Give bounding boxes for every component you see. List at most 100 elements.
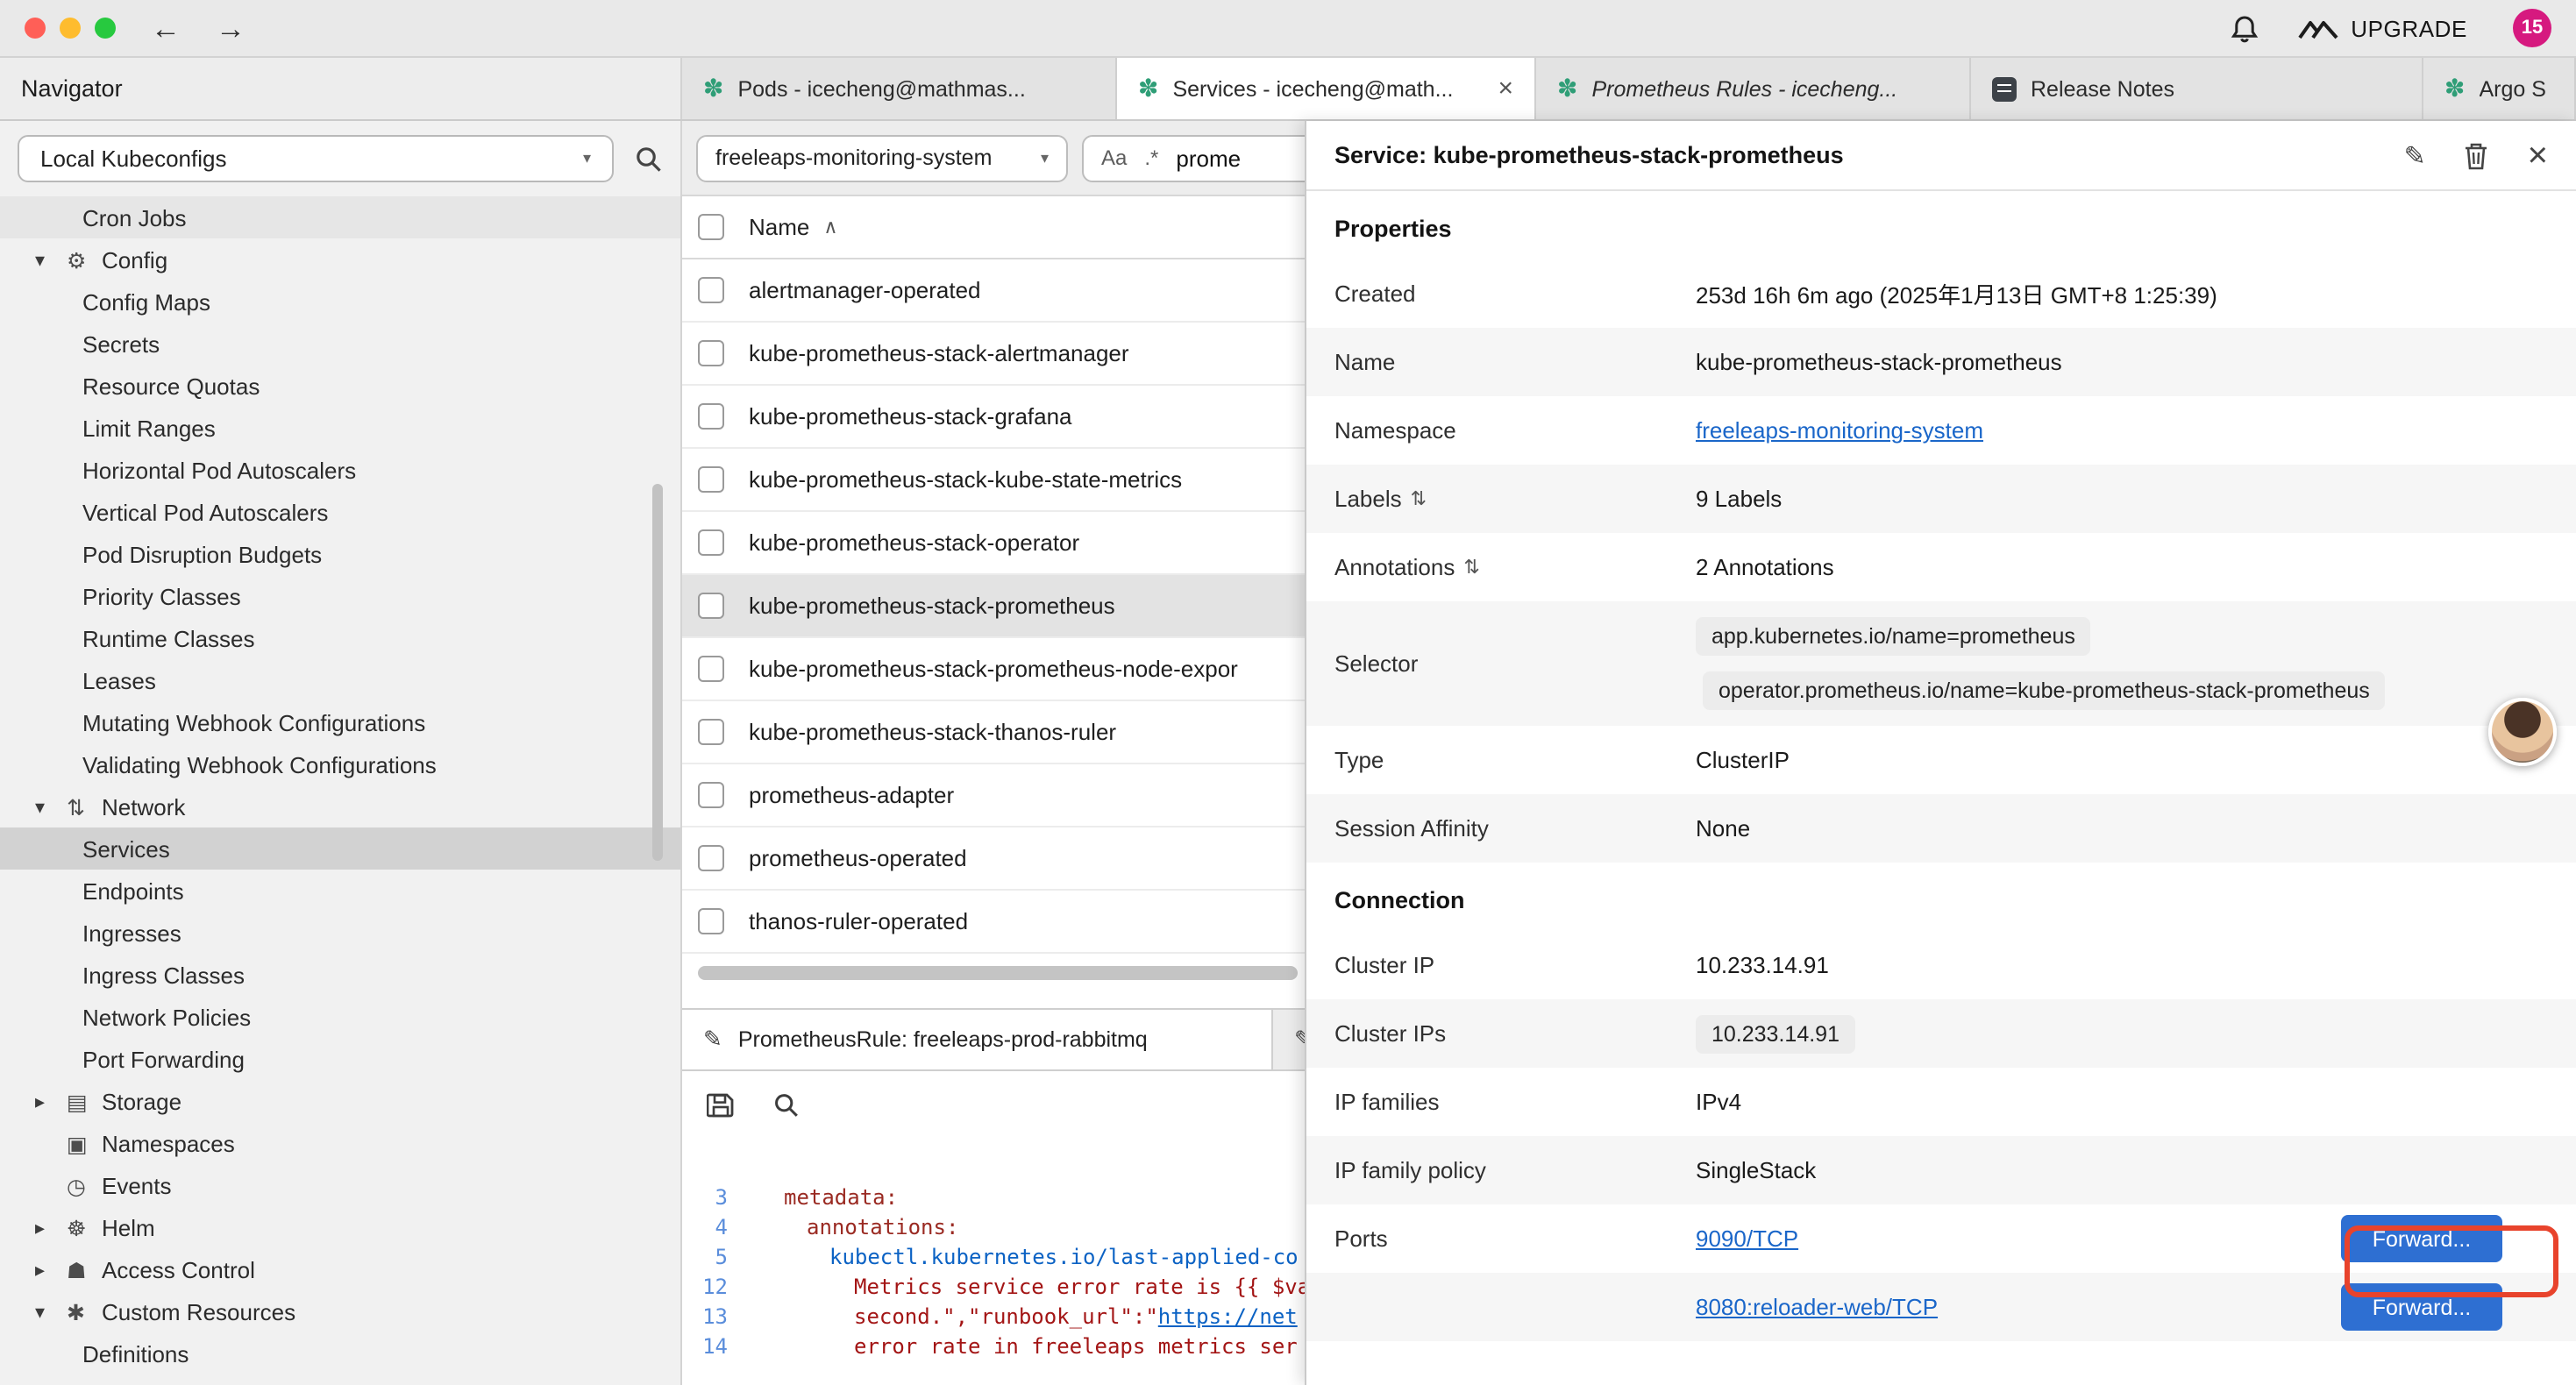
item-icon (67, 246, 102, 273)
session-affinity-row: Session Affinity None (1306, 794, 2576, 863)
sidebar-item[interactable]: Storage (0, 1080, 680, 1122)
chevron-icon[interactable] (35, 248, 67, 271)
sidebar-item[interactable]: Port Forwarding (0, 1038, 680, 1080)
sidebar-item[interactable]: Events (0, 1164, 680, 1206)
edit-button[interactable]: ✎ (2403, 139, 2425, 171)
sidebar-item[interactable]: Definitions (0, 1332, 680, 1374)
namespace-select[interactable]: freeleaps-monitoring-system ▾ (696, 134, 1068, 181)
sidebar-item[interactable]: Namespaces (0, 1122, 680, 1164)
sidebar-item[interactable]: Network Policies (0, 996, 680, 1038)
selector-chip[interactable]: app.kubernetes.io/name=prometheus (1696, 617, 2091, 656)
sidebar-item[interactable]: Endpoints (0, 870, 680, 912)
row-checkbox[interactable] (698, 277, 724, 303)
sidebar-item-label: Ingresses (82, 920, 181, 946)
sidebar-item-label: Definitions (82, 1340, 189, 1367)
row-checkbox[interactable] (698, 466, 724, 493)
sidebar-item-label: Priority Classes (82, 583, 241, 609)
sidebar-item[interactable]: Config (0, 238, 680, 281)
close-window-button[interactable] (25, 18, 46, 39)
row-checkbox[interactable] (698, 782, 724, 808)
sidebar-item[interactable]: Priority Classes (0, 575, 680, 617)
sidebar-item-label: Runtime Classes (82, 625, 255, 651)
sidebar-item[interactable]: Validating Webhook Configurations (0, 743, 680, 785)
sidebar-item[interactable]: Secrets (0, 323, 680, 365)
sidebar-item[interactable]: Runtime Classes (0, 617, 680, 659)
row-checkbox[interactable] (698, 656, 724, 682)
name-row: Name kube-prometheus-stack-prometheus (1306, 328, 2576, 396)
sort-asc-icon[interactable]: ∧ (823, 216, 837, 238)
tab-pods[interactable]: ✽ Pods - icecheng@mathmas... (682, 58, 1117, 119)
sidebar-item[interactable]: Limit Ranges (0, 407, 680, 449)
sidebar-item[interactable]: Ingresses (0, 912, 680, 954)
chevron-icon[interactable] (35, 1300, 67, 1323)
row-checkbox[interactable] (698, 593, 724, 619)
port-link[interactable]: 8080:reloader-web/TCP (1696, 1294, 1938, 1320)
dock-tab-prometheusrule[interactable]: ✎ PrometheusRule: freeleaps-prod-rabbitm… (682, 1010, 1273, 1069)
sidebar-item[interactable]: Custom Resources (0, 1290, 680, 1332)
sidebar-item[interactable]: Helm (0, 1206, 680, 1248)
chevron-icon[interactable] (35, 1258, 67, 1281)
floating-avatar[interactable] (2488, 698, 2557, 766)
row-checkbox[interactable] (698, 340, 724, 366)
horizontal-scrollbar[interactable] (698, 966, 1298, 980)
sidebar-item-label: Custom Resources (102, 1298, 295, 1325)
save-icon[interactable] (707, 1090, 735, 1119)
sidebar-item[interactable]: Leases (0, 659, 680, 701)
tab-argo[interactable]: ✽ Argo S (2423, 58, 2576, 119)
notifications-bell-icon[interactable] (2230, 13, 2258, 43)
upgrade-button[interactable]: UPGRADE (2296, 15, 2467, 41)
sidebar-item[interactable]: Pod Disruption Budgets (0, 533, 680, 575)
row-checkbox[interactable] (698, 908, 724, 934)
sidebar-item[interactable]: Services (0, 827, 680, 870)
row-checkbox[interactable] (698, 529, 724, 556)
row-checkbox[interactable] (698, 403, 724, 430)
selector-chip[interactable]: operator.prometheus.io/name=kube-prometh… (1703, 671, 2386, 710)
regex-toggle[interactable]: .* (1144, 146, 1158, 170)
row-checkbox[interactable] (698, 845, 724, 871)
maximize-window-button[interactable] (95, 18, 116, 39)
row-checkbox[interactable] (698, 719, 724, 745)
forward-button[interactable]: → (216, 13, 246, 43)
sidebar-item-label: Vertical Pod Autoscalers (82, 499, 328, 525)
sidebar-item[interactable]: Access Control (0, 1248, 680, 1290)
name-value: kube-prometheus-stack-prometheus (1696, 349, 2548, 375)
expand-toggle-icon[interactable]: ⇅ (1411, 487, 1427, 510)
sidebar-item[interactable]: Ingress Classes (0, 954, 680, 996)
delete-button[interactable] (2465, 141, 2489, 169)
tab-services[interactable]: ✽ Services - icecheng@math... × (1117, 58, 1536, 119)
kubeconfig-select[interactable]: Local Kubeconfigs ▾ (18, 135, 614, 182)
sidebar-item-label: Events (102, 1172, 172, 1198)
sidebar-search-icon[interactable] (635, 145, 663, 173)
name-column-header[interactable]: Name (749, 214, 809, 240)
back-button[interactable]: ← (151, 13, 181, 43)
editor-search-icon[interactable] (773, 1091, 800, 1118)
forward-button[interactable]: Forward... (2341, 1283, 2502, 1331)
cluster-ip-chip[interactable]: 10.233.14.91 (1696, 1014, 1855, 1053)
chevron-icon[interactable] (35, 1216, 67, 1239)
sidebar-item[interactable]: Cron Jobs (0, 196, 680, 238)
tab-prometheus-rules[interactable]: ✽ Prometheus Rules - icecheng... (1536, 58, 1971, 119)
sidebar-scrollbar[interactable] (652, 484, 663, 861)
chevron-icon[interactable] (35, 1090, 67, 1112)
select-all-checkbox[interactable] (698, 214, 724, 240)
namespace-link[interactable]: freeleaps-monitoring-system (1696, 417, 1983, 444)
close-drawer-button[interactable]: × (2528, 138, 2548, 173)
tab-release-notes[interactable]: Release Notes (1971, 58, 2423, 119)
sidebar-item-label: Access Control (102, 1256, 255, 1282)
sidebar-item[interactable]: Resource Quotas (0, 365, 680, 407)
close-tab-icon[interactable]: × (1498, 74, 1513, 103)
sidebar-item[interactable]: Network (0, 785, 680, 827)
sidebar-item[interactable]: Horizontal Pod Autoscalers (0, 449, 680, 491)
notification-count-badge[interactable]: 15 (2513, 9, 2551, 47)
sidebar-item[interactable]: Config Maps (0, 281, 680, 323)
expand-toggle-icon[interactable]: ⇅ (1463, 556, 1479, 579)
sidebar-item[interactable]: Vertical Pod Autoscalers (0, 491, 680, 533)
service-name: kube-prometheus-stack-prometheus (749, 593, 1115, 619)
item-icon (67, 1214, 102, 1240)
chevron-icon[interactable] (35, 795, 67, 818)
port-link[interactable]: 9090/TCP (1696, 1225, 1798, 1252)
minimize-window-button[interactable] (60, 18, 81, 39)
match-case-toggle[interactable]: Aa (1101, 146, 1127, 170)
sidebar-item[interactable]: Mutating Webhook Configurations (0, 701, 680, 743)
forward-button[interactable]: Forward... (2341, 1215, 2502, 1262)
